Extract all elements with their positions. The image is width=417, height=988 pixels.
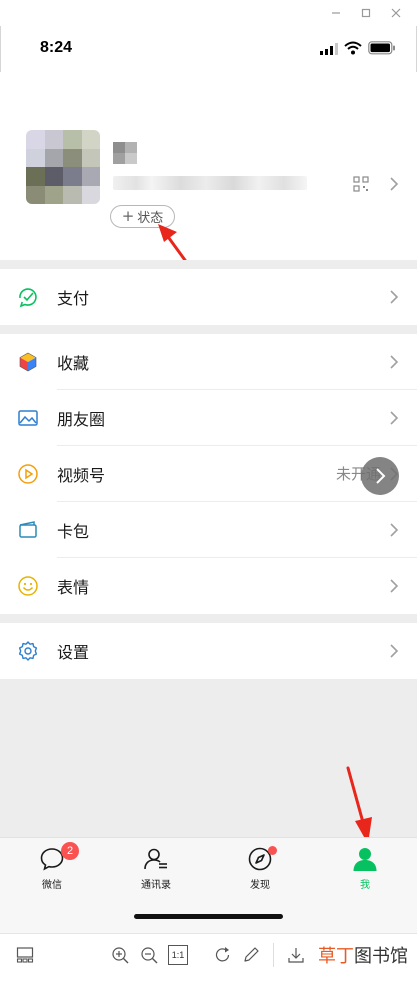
menu-label: 收藏 <box>57 354 90 373</box>
brand-part-1: 草丁 <box>318 946 354 967</box>
status-time: 8:24 <box>40 39 73 56</box>
tab-label: 发现 <box>250 880 270 891</box>
card-wallet-icon <box>19 521 37 538</box>
moments-icon <box>18 410 38 426</box>
status-button[interactable]: + 状态 <box>110 205 175 228</box>
tab-label: 我 <box>360 880 370 891</box>
status-bar: 8:24 <box>0 26 417 72</box>
menu-item-settings[interactable]: 设置 <box>0 623 417 679</box>
menu-label: 设置 <box>57 643 90 662</box>
actual-size-button[interactable]: 1:1 <box>168 945 188 965</box>
tab-me[interactable]: 我 <box>330 846 400 896</box>
menu-label: 卡包 <box>57 522 90 541</box>
unread-badge: 2 <box>61 842 79 860</box>
floating-assist-button[interactable] <box>361 457 399 495</box>
section-gap <box>0 260 417 269</box>
chevron-right-icon <box>390 411 399 425</box>
zoom-out-icon[interactable] <box>140 946 158 964</box>
new-content-dot <box>268 846 277 855</box>
chevron-right-icon <box>390 523 399 537</box>
me-icon <box>353 848 377 871</box>
minimize-icon[interactable] <box>328 5 344 21</box>
wechat-id-blurred <box>113 176 307 190</box>
pay-icon <box>19 288 37 308</box>
status-button-label: 状态 <box>137 211 164 226</box>
zoom-in-icon[interactable] <box>111 946 129 964</box>
menu-item-pay[interactable]: 支付 <box>0 269 417 325</box>
menu-item-favorites[interactable]: 收藏 <box>0 334 417 390</box>
chevron-right-icon <box>390 355 399 369</box>
tab-label: 微信 <box>42 880 62 891</box>
chevron-right-icon <box>376 468 386 484</box>
nickname-blurred <box>113 142 137 164</box>
favorites-icon <box>19 352 37 372</box>
signal-icon <box>320 43 338 55</box>
menu-item-cards[interactable]: 卡包 <box>0 502 417 558</box>
wifi-icon <box>344 41 362 55</box>
close-icon[interactable] <box>388 5 404 21</box>
plus-icon: + <box>121 207 135 225</box>
sticker-icon <box>18 576 38 596</box>
menu-item-channels[interactable]: 视频号 未开通 <box>0 446 417 502</box>
battery-icon <box>368 41 395 55</box>
menu-item-stickers[interactable]: 表情 <box>0 558 417 614</box>
chevron-right-icon <box>390 290 399 304</box>
empty-background <box>0 679 417 837</box>
thumbnail-view-icon[interactable] <box>16 946 34 964</box>
brand-part-2: 图书馆 <box>354 946 408 967</box>
section-gap <box>0 614 417 623</box>
menu-label: 视频号 <box>57 466 106 485</box>
tab-contacts[interactable]: 通讯录 <box>121 846 191 896</box>
tab-label: 通讯录 <box>141 880 171 891</box>
contacts-icon <box>144 848 167 870</box>
avatar[interactable] <box>26 130 100 204</box>
section-gap <box>0 325 417 334</box>
maximize-icon[interactable] <box>358 5 374 21</box>
bottom-tab-bar: 2 微信 通讯录 发现 我 <box>0 837 417 933</box>
menu-label: 表情 <box>57 578 90 597</box>
download-icon[interactable] <box>287 946 305 964</box>
chevron-right-icon[interactable] <box>388 176 400 192</box>
menu-label: 朋友圈 <box>57 410 106 429</box>
edit-pencil-icon[interactable] <box>242 946 260 964</box>
tab-chats[interactable]: 2 微信 <box>17 842 87 896</box>
qr-code-icon[interactable] <box>353 176 369 192</box>
channels-icon <box>18 464 38 484</box>
tab-discover[interactable]: 发现 <box>225 846 295 896</box>
gear-icon <box>18 641 38 661</box>
image-viewer-toolbar: 1:1 草丁图书馆 <box>0 933 417 988</box>
watermark-brand: 草丁图书馆 <box>318 942 408 968</box>
profile-header[interactable]: + 状态 <box>0 72 417 260</box>
chevron-right-icon <box>390 644 399 658</box>
rotate-icon[interactable] <box>214 946 232 964</box>
chevron-right-icon <box>390 579 399 593</box>
home-indicator <box>134 914 283 919</box>
window-title-bar <box>0 0 417 26</box>
toolbar-divider <box>273 943 274 967</box>
menu-label: 支付 <box>57 289 90 308</box>
menu-item-moments[interactable]: 朋友圈 <box>0 390 417 446</box>
